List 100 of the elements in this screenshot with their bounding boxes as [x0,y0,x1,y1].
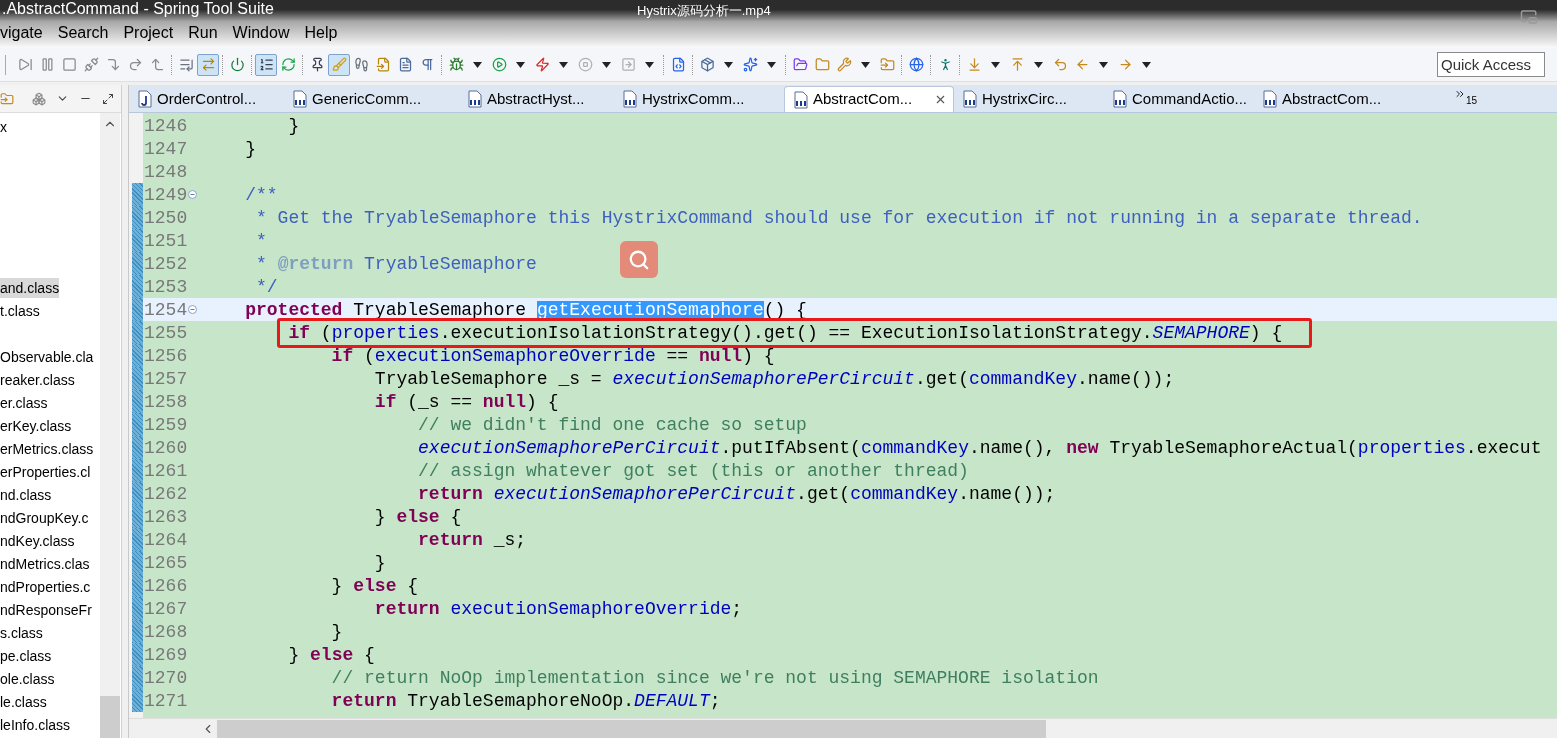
picture-in-picture-icon[interactable] [1520,8,1538,26]
tree-item[interactable]: ole.class [0,668,55,689]
fold-marker-icon[interactable] [188,305,198,314]
editor-tab[interactable]: OrderControl... [129,86,284,112]
tree-item[interactable]: nd.class [0,484,52,505]
dropdown-arrow-icon[interactable] [516,61,525,68]
code-text: ( [319,323,332,342]
code-text: } [287,116,300,135]
tree-item[interactable]: erProperties.cl [0,461,91,482]
folder-icon [814,57,830,72]
menu-item[interactable]: Window [232,25,290,41]
tree-item[interactable]: pe.class [0,645,52,666]
file-input-icon [375,57,391,72]
code-text: executionSemaphorePerCircuit [417,438,721,457]
menu-item[interactable]: Help [304,25,338,41]
tree-item[interactable]: ndKey.class [0,530,75,551]
tree-item[interactable]: erKey.class [0,415,72,436]
scrollbar-thumb[interactable] [217,719,1046,738]
line-number: 1262 [144,484,188,503]
link-icon[interactable] [0,91,14,106]
code-text: null [482,392,527,411]
menu-item[interactable]: Run [188,25,218,41]
dropdown-arrow-icon[interactable] [1142,61,1151,68]
arrows-icon [200,57,216,72]
line-number: 1264 [144,530,188,549]
wrench-icon [836,57,852,72]
dropdown-arrow-icon[interactable] [1099,61,1108,68]
toolbar-button[interactable] [255,53,277,76]
editor-tab[interactable]: HystrixComm... [614,86,784,112]
tree-item[interactable]: ndProperties.c [0,576,91,597]
maximize-icon[interactable] [102,92,114,105]
dropdown-arrow-icon[interactable] [1034,61,1043,68]
editor-tab[interactable]: CommandActio... [1104,86,1254,112]
code-text: return [417,484,484,503]
tree-item[interactable]: s.class [0,622,43,643]
code-text: { [406,576,419,595]
editor-tab[interactable]: AbstractCom... [1254,86,1424,112]
more-tabs-icon[interactable] [1454,88,1466,100]
dropdown-arrow-icon[interactable] [724,61,733,68]
tree-item[interactable]: ndGroupKey.c [0,507,89,528]
tree-item[interactable]: erMetrics.class [0,438,94,459]
package-icon [699,57,715,72]
code-text: return [330,691,397,710]
arrow-left-icon [1074,57,1090,72]
code-text: .name()); [958,484,1056,503]
editor-tab[interactable]: GenericComm... [284,86,459,112]
cubes-icon[interactable] [32,91,46,106]
line-number: 1255 [144,323,188,342]
code-text: .get( [796,484,851,503]
scrollbar-thumb[interactable] [100,696,120,738]
editor-tab[interactable]: AbstractHyst... [459,86,614,112]
quick-access-field[interactable]: Quick Access [1437,52,1545,77]
code-text: executionSemaphoreOverride [374,346,656,365]
power-icon [229,57,245,72]
vertical-scrollbar[interactable] [100,113,120,738]
line-number: 1270 [144,668,188,687]
code-text: } [244,139,256,158]
tree-item[interactable]: t.class [0,300,40,321]
tree-item[interactable]: and.class [0,277,60,298]
code-text: if [287,323,311,342]
code-text: // return NoOp implementation since we're not using SEMAPHORE isolation [330,668,1099,687]
tree-item[interactable]: reaker.class [0,369,75,390]
menu-item[interactable]: Project [123,25,174,41]
code-text: ) { [1249,323,1283,342]
search-button[interactable] [620,241,658,278]
menu-item[interactable]: vigate [0,25,43,41]
dropdown-arrow-icon[interactable] [861,61,870,68]
code-text: .executionIsolationStrategy().get() == ExecutionIsolationStrategy. [439,323,1153,342]
editor-tab[interactable]: AbstractCom... [784,86,954,112]
dropdown-arrow-icon[interactable] [645,61,654,68]
line-number: 1252 [144,254,188,273]
tree-item[interactable]: ndResponseFr [0,599,92,620]
search-icon [628,248,650,271]
code-text: null [698,346,743,365]
code-text: .name(), [968,438,1057,457]
code-text: if [373,392,397,411]
dropdown-arrow-icon[interactable] [559,61,568,68]
code-text: TryableSemaphore [363,254,537,273]
tree-item[interactable]: Observable.cla [0,346,94,367]
close-icon[interactable] [934,93,947,106]
line-number: 1253 [144,277,188,296]
code-text: commandKey [850,484,959,503]
hidden-tab-count[interactable]: 15 [1466,96,1478,106]
fold-marker-icon[interactable] [188,190,198,199]
editor-tab[interactable]: HystrixCirc... [954,86,1104,112]
code-text: _s; [492,530,527,549]
tree-item[interactable]: le.class [0,691,47,712]
dropdown-arrow-icon[interactable] [991,61,1000,68]
tree-item[interactable]: leInfo.class [0,714,71,735]
tree-item[interactable]: x [0,116,7,137]
dropdown-arrow-icon[interactable] [473,61,482,68]
dropdown-arrow-icon[interactable] [767,61,776,68]
lightning-icon [534,57,550,72]
tree-item[interactable]: ndMetrics.clas [0,553,90,574]
code-text: (_s == [406,392,474,411]
dropdown-arrow-icon[interactable] [602,61,611,68]
code-text: .execut [1465,438,1542,457]
tree-item[interactable]: er.class [0,392,48,413]
menu-item[interactable]: Search [57,25,109,41]
folder-icon [792,57,808,72]
